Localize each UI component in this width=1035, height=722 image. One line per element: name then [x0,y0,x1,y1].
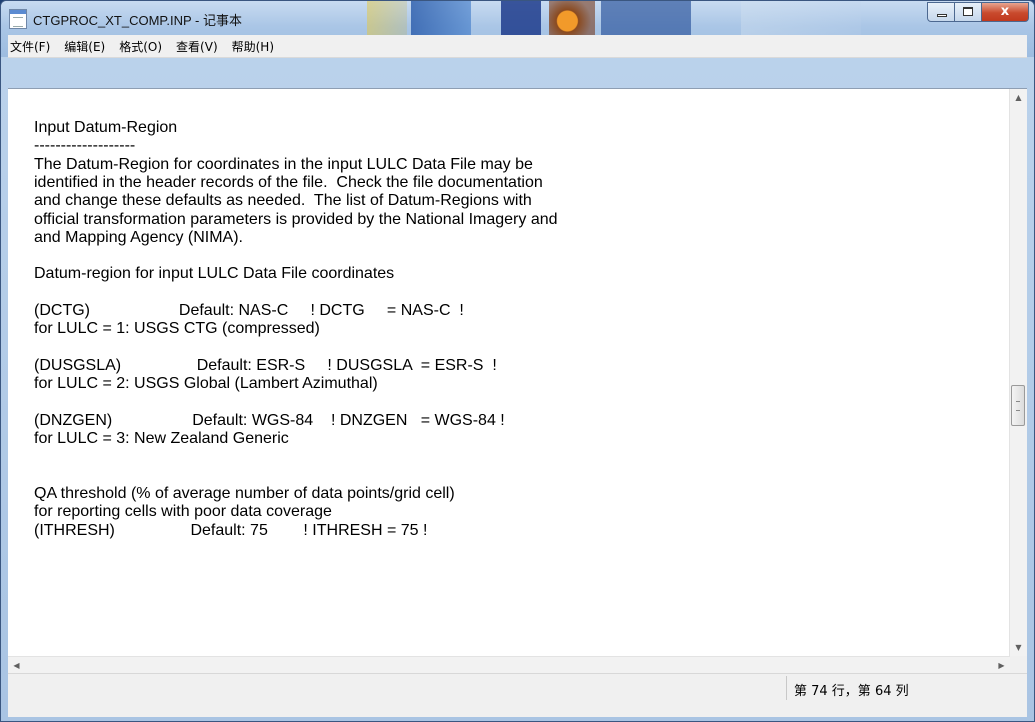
text-line: (DUSGSLA) Default: ESR-S ! DUSGSLA = ESR… [34,356,497,374]
text-line: for reporting cells with poor data cover… [34,503,332,521]
scroll-left-arrow-icon[interactable]: ◀ [8,657,25,674]
text-editor[interactable]: Input Datum-Region ------------------- The… [8,88,1027,657]
text-line: The Datum-Region for coordinates in the … [34,155,533,173]
caption-buttons: x [927,2,1029,22]
menu-file[interactable]: 文件(F) [8,38,57,55]
text-line: (ITHRESH) Default: 75 ! ITHRESH = 75 ! [34,521,428,539]
document-text-area[interactable]: Input Datum-Region ------------------- The… [8,89,1010,651]
scroll-down-arrow-icon[interactable]: ▼ [1010,639,1027,656]
text-line: for LULC = 3: New Zealand Generic [34,430,289,448]
notepad-window: CTGPROC_XT_COMP.INP - 记事本 x 文件(F) 编辑(E) … [0,0,1035,722]
menu-help[interactable]: 帮助(H) [225,38,281,55]
close-icon: x [1000,4,1010,19]
minimize-button[interactable] [927,2,955,22]
text-line: identified in the header records of the … [34,173,543,191]
text-line: QA threshold (% of average number of dat… [34,485,455,502]
text-line: for LULC = 1: USGS CTG (compressed) [34,320,320,338]
text-line: Datum-region for input LULC Data File co… [34,265,395,283]
menu-format[interactable]: 格式(O) [112,38,169,55]
menu-view[interactable]: 查看(V) [169,38,225,55]
text-line: and Mapping Agency (NIMA). [34,228,243,246]
vertical-scrollbar[interactable]: ▲ ▼ [1009,89,1027,656]
window-title: CTGPROC_XT_COMP.INP - 记事本 [33,13,242,28]
scroll-up-arrow-icon[interactable]: ▲ [1010,89,1027,106]
text-line: Input Datum-Region [34,119,178,136]
vertical-scroll-thumb[interactable] [1011,385,1025,426]
notepad-app-icon[interactable] [9,9,27,29]
cursor-position: 第 74 行，第 64 列 [794,684,909,699]
maximize-button[interactable] [955,2,982,22]
text-line: (DCTG) Default: NAS-C ! DCTG = NAS-C ! [34,302,464,319]
text-line: (DNZGEN) Default: WGS-84 ! DNZGEN = WGS-… [34,411,505,429]
close-button[interactable]: x [982,2,1029,22]
text-line: official transformation parameters is pr… [34,210,558,228]
scrollbar-corner [1010,656,1027,673]
minimize-icon [937,14,947,17]
menu-edit[interactable]: 编辑(E) [57,38,112,55]
horizontal-scrollbar[interactable]: ◀ ▶ [8,656,1010,674]
scroll-right-arrow-icon[interactable]: ▶ [993,657,1010,674]
text-line: and change these defaults as needed. The… [34,192,532,210]
text-line: ------------------- [34,137,136,155]
status-bar: 第 74 行，第 64 列 [8,673,1027,717]
status-separator [786,676,787,700]
menu-bar: 文件(F) 编辑(E) 格式(O) 查看(V) 帮助(H) [8,35,1027,58]
text-line: for LULC = 2: USGS Global (Lambert Azimu… [34,375,378,393]
maximize-icon [963,7,973,16]
